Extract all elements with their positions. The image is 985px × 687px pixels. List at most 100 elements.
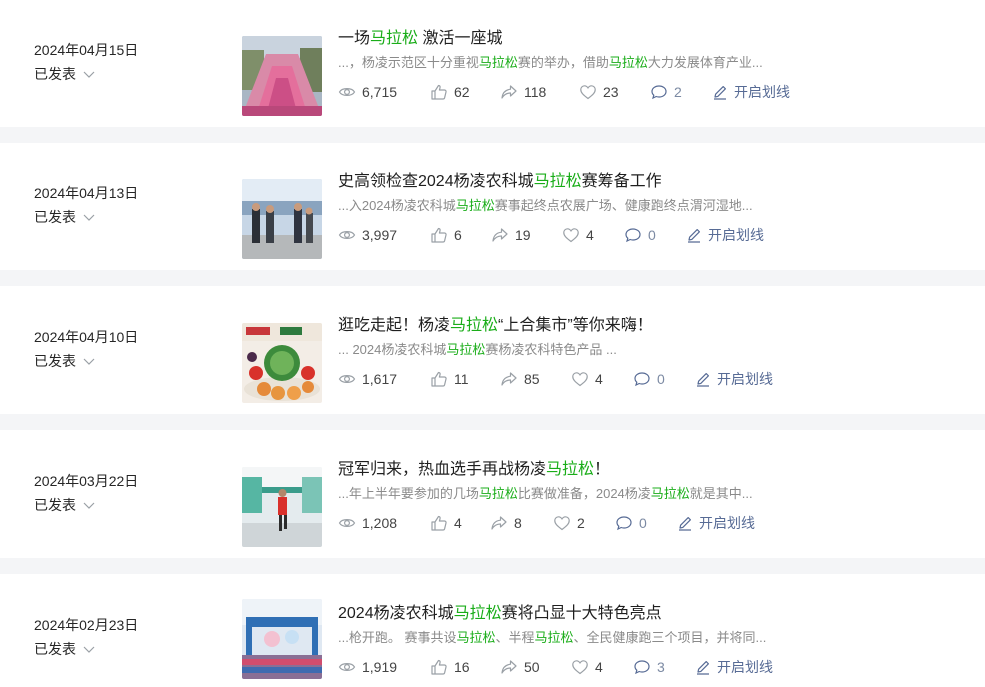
pencil-icon [697,373,709,387]
views-count: 1,919 [362,659,398,675]
status-dropdown[interactable]: 已发表 [34,493,194,517]
likes-count: 6 [454,227,462,243]
likes-count: 4 [454,515,462,531]
thumbs-up-icon [431,227,447,243]
eye-icon [338,519,356,527]
article-thumbnail[interactable] [242,323,322,403]
comments-stat[interactable]: 0 [615,514,677,532]
article-excerpt: ...，杨凌示范区十分重视马拉松赛的举办，借助马拉松大力发展体育产业... [338,53,978,73]
status-dropdown[interactable]: 已发表 [34,62,194,86]
comments-stat[interactable]: 0 [624,226,686,244]
highlight-toggle-button[interactable]: 开启划线 [677,513,755,533]
title-keyword: 马拉松 [370,30,419,47]
title-keyword: 马拉松 [546,461,595,478]
highlight-toggle-button[interactable]: 开启划线 [695,657,773,677]
excerpt-text: 赛杨凌农科特色产品 ... [485,342,617,357]
date-column: 2024年03月22日 已发表 [34,469,194,517]
likes-stat: 6 [430,226,491,244]
publish-date: 2024年04月15日 [34,42,139,58]
comments-stat[interactable]: 2 [650,83,712,101]
article-title[interactable]: 2024杨凌农科城马拉松赛将凸显十大特色亮点 [338,601,978,627]
highlight-toggle-button[interactable]: 开启划线 [712,82,790,102]
publish-date: 2024年04月13日 [34,185,139,201]
article-thumbnail[interactable] [242,36,322,116]
favorites-stat: 4 [562,226,624,244]
excerpt-text: 、全民健康跑三个项目，并将同... [573,630,767,645]
shares-count: 19 [515,227,531,243]
article-title[interactable]: 史高领检查2024杨凌农科城马拉松赛筹备工作 [338,169,978,195]
title-text: 逛吃走起！杨凌 [338,317,451,334]
comment-icon [651,85,667,100]
likes-count: 62 [454,84,470,100]
publish-date: 2024年02月23日 [34,617,139,633]
excerpt-text: 大力发展体育产业... [647,55,763,70]
heart-icon [572,660,588,675]
excerpt-keyword: 马拉松 [456,630,496,645]
highlight-toggle-label: 开启划线 [699,515,755,531]
excerpt-text: 、半程 [495,630,535,645]
shares-stat: 19 [491,226,562,244]
chevron-down-icon [83,71,95,78]
title-keyword: 马拉松 [533,173,582,190]
chevron-down-icon [83,646,95,653]
article-excerpt: ... 2024杨凌农科城马拉松赛杨凌农科特色产品 ... [338,340,978,360]
eye-icon [338,231,356,239]
shares-stat: 50 [500,658,571,676]
article-row: 2024年04月13日 已发表 史高领检查2024杨凌农科城马拉松赛筹备工作 .… [0,143,985,270]
likes-count: 11 [454,371,469,387]
article-stats: 1,617 11 85 4 0 开启划线 [338,367,978,391]
title-text: 激活一座城 [418,30,503,47]
row-separator [0,414,985,430]
publish-date: 2024年03月22日 [34,473,139,489]
eye-icon [338,663,356,671]
heart-icon [580,85,596,100]
date-column: 2024年04月10日 已发表 [34,325,194,373]
title-text: 史高领检查2024杨凌农科城 [338,173,534,190]
article-excerpt: ...枪开跑。 赛事共设马拉松、半程马拉松、全民健康跑三个项目，并将同... [338,628,978,648]
comments-count: 2 [674,84,682,100]
thumbs-up-icon [431,515,447,531]
favorites-count: 23 [603,84,619,100]
article-stats: 1,208 4 8 2 0 开启划线 [338,511,978,535]
status-label: 已发表 [34,209,76,225]
article-thumbnail[interactable] [242,599,322,679]
status-dropdown[interactable]: 已发表 [34,637,194,661]
status-label: 已发表 [34,641,76,657]
comments-stat[interactable]: 0 [633,370,695,388]
article-thumbnail[interactable] [242,179,322,259]
views-stat: 1,208 [338,514,430,532]
heart-icon [572,372,588,387]
views-stat: 1,919 [338,658,430,676]
comments-stat[interactable]: 3 [633,658,695,676]
article-excerpt: ...年上半年要参加的几场马拉松比赛做准备，2024杨凌马拉松就是其中... [338,484,978,504]
article-row: 2024年03月22日 已发表 冠军归来，热血选手再战杨凌马拉松！ ...年上半… [0,431,985,558]
comment-icon [634,660,650,675]
excerpt-keyword: 马拉松 [478,486,518,501]
highlight-toggle-button[interactable]: 开启划线 [695,369,773,389]
article-row: 2024年02月23日 已发表 2024杨凌农科城马拉松赛将凸显十大特色亮点 .… [0,575,985,687]
comment-icon [625,228,641,243]
status-label: 已发表 [34,66,76,82]
share-icon [501,372,517,386]
excerpt-keyword: 马拉松 [446,342,486,357]
article-title[interactable]: 逛吃走起！杨凌马拉松“上合集市”等你来嗨！ [338,313,978,339]
status-label: 已发表 [34,497,76,513]
chevron-down-icon [83,358,95,365]
highlight-toggle-button[interactable]: 开启划线 [686,225,764,245]
excerpt-keyword: 马拉松 [534,630,574,645]
status-dropdown[interactable]: 已发表 [34,205,194,229]
shares-count: 8 [514,515,522,531]
shares-count: 50 [524,659,540,675]
row-separator [0,558,985,574]
pencil-icon [688,229,700,243]
article-title[interactable]: 冠军归来，热血选手再战杨凌马拉松！ [338,457,978,483]
favorites-count: 4 [595,371,603,387]
status-dropdown[interactable]: 已发表 [34,349,194,373]
article-excerpt: ...入2024杨凌农科城马拉松赛事起终点农展广场、健康跑终点渭河湿地... [338,196,978,216]
likes-stat: 62 [430,83,500,101]
highlight-toggle-label: 开启划线 [734,84,790,100]
article-thumbnail[interactable] [242,467,322,547]
eye-icon [338,375,356,383]
article-title[interactable]: 一场马拉松 激活一座城 [338,26,978,52]
title-keyword: 马拉松 [453,605,502,622]
